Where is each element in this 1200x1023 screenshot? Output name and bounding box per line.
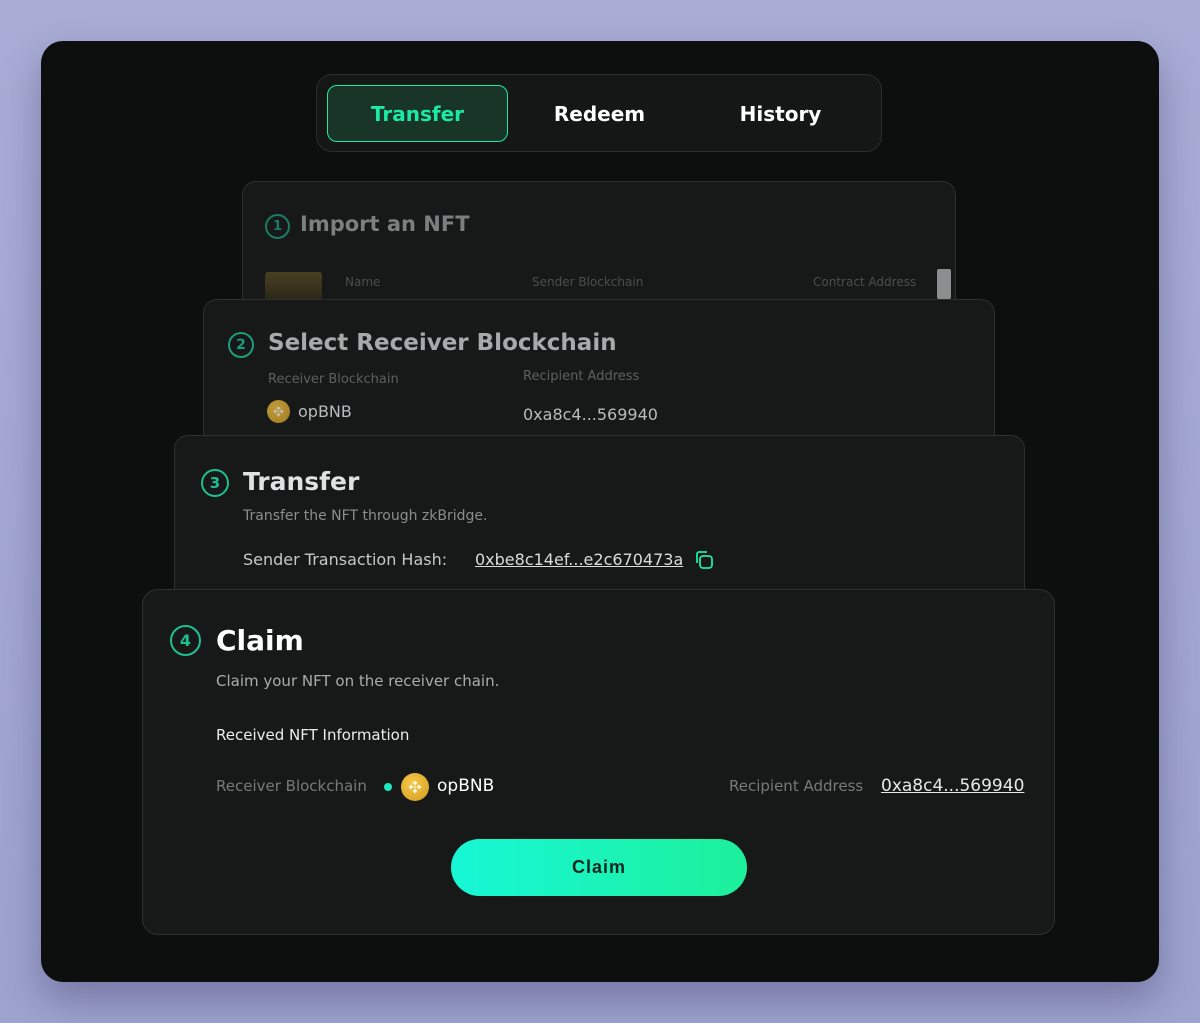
recipient-address-link[interactable]: 0xa8c4...569940 [881,776,1024,796]
tab-redeem[interactable]: Redeem [509,85,690,142]
step2-title: Select Receiver Blockchain [268,330,617,356]
receiver-blockchain-value: opBNB [298,402,352,421]
step3-description: Transfer the NFT through zkBridge. [243,508,488,524]
column-sender-blockchain: Sender Blockchain [532,275,644,289]
step2-number: 2 [228,332,254,358]
sender-hash-label: Sender Transaction Hash: [243,550,448,569]
bridge-window: Transfer Redeem History 1 Import an NFT … [41,41,1159,982]
recipient-address-label: Recipient Address [523,369,640,384]
step3-number: 3 [201,469,229,497]
step3-card: 3 Transfer Transfer the NFT through zkBr… [174,435,1025,615]
bnb-chain-icon [267,400,290,423]
recipient-address-label: Recipient Address [729,777,864,795]
nft-thumbnail [265,272,322,300]
step4-number: 4 [170,625,201,656]
status-dot [384,783,392,791]
received-nft-section-title: Received NFT Information [216,726,410,744]
step4-title: Claim [216,624,304,657]
step1-number: 1 [265,214,290,239]
step3-title: Transfer [243,467,360,496]
step4-card: 4 Claim Claim your NFT on the receiver c… [142,589,1055,935]
step4-description: Claim your NFT on the receiver chain. [216,672,500,690]
tab-transfer[interactable]: Transfer [327,85,508,142]
sender-hash-link[interactable]: 0xbe8c14ef...e2c670473a [475,550,683,569]
column-contract-address: Contract Address [813,275,917,289]
claim-button[interactable]: Claim [451,839,747,896]
bnb-chain-icon [401,773,429,801]
receiver-blockchain-label: Receiver Blockchain [268,372,399,387]
tab-history[interactable]: History [690,85,871,142]
step1-title: Import an NFT [300,212,470,236]
recipient-address-value: 0xa8c4...569940 [523,405,658,424]
column-name: Name [345,275,381,289]
scrollbar[interactable] [937,269,951,299]
copy-icon[interactable] [693,549,715,575]
receiver-blockchain-label: Receiver Blockchain [216,777,367,795]
tab-bar: Transfer Redeem History [316,74,882,152]
receiver-blockchain-value: opBNB [437,776,495,796]
